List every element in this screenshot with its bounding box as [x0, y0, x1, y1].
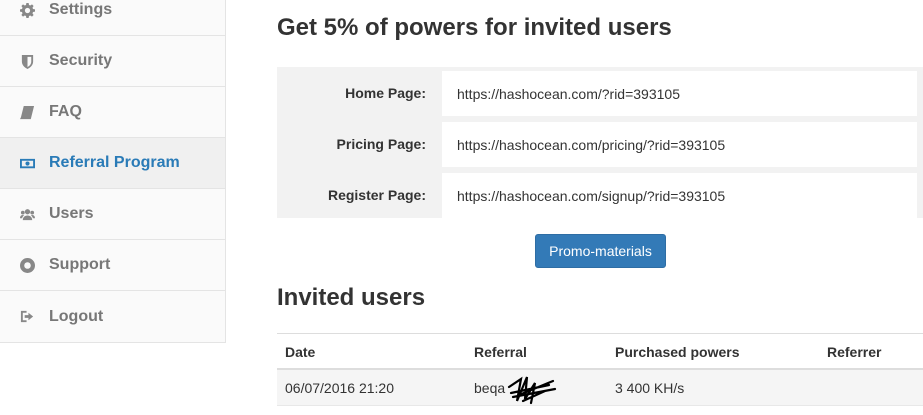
home-page-link-input[interactable]	[442, 71, 917, 116]
sidebar-item-settings[interactable]: Settings	[0, 0, 225, 36]
pricing-page-link-row: Pricing Page:	[277, 122, 923, 167]
sidebar-item-label: Support	[49, 256, 111, 273]
row-purchased-powers: 3 400 KH/s	[615, 380, 685, 396]
shield-icon	[19, 53, 35, 69]
gear-icon	[19, 2, 35, 18]
sidebar: Settings Security FAQ Referral Program U…	[0, 0, 226, 343]
sidebar-item-label: Referral Program	[49, 154, 180, 171]
pricing-page-label: Pricing Page:	[336, 136, 426, 152]
users-icon	[19, 206, 35, 222]
column-header-date: Date	[285, 344, 316, 360]
sidebar-item-faq[interactable]: FAQ	[0, 87, 225, 138]
lifebuoy-icon	[19, 257, 35, 273]
invited-users-table: Date Referral Purchased powers Referrer …	[277, 333, 923, 406]
sidebar-item-referral-program[interactable]: Referral Program	[0, 138, 225, 189]
sidebar-item-support[interactable]: Support	[0, 240, 225, 291]
table-header: Date Referral Purchased powers Referrer	[277, 333, 923, 370]
pricing-page-link-input[interactable]	[442, 122, 917, 167]
sidebar-item-logout[interactable]: Logout	[0, 291, 225, 342]
sidebar-item-label: Users	[49, 205, 94, 222]
promo-materials-button[interactable]: Promo-materials	[535, 234, 666, 268]
invited-users-title: Invited users	[277, 284, 426, 311]
redaction-scribble	[507, 376, 557, 405]
column-header-purchased-powers: Purchased powers	[615, 344, 740, 360]
book-icon	[19, 104, 35, 120]
sidebar-item-label: Logout	[49, 307, 104, 325]
column-header-referrer: Referrer	[827, 344, 882, 360]
register-page-label: Register Page:	[327, 187, 426, 203]
sidebar-item-label: FAQ	[49, 103, 82, 120]
sidebar-item-label: Settings	[49, 1, 113, 18]
money-icon	[19, 155, 35, 171]
register-page-link-input[interactable]	[442, 173, 917, 218]
sidebar-item-security[interactable]: Security	[0, 36, 225, 87]
sidebar-item-label: Security	[49, 52, 113, 69]
sidebar-item-users[interactable]: Users	[0, 189, 225, 240]
register-page-link-row: Register Page:	[277, 173, 923, 218]
home-page-link-row: Home Page:	[277, 71, 923, 116]
referral-links-panel: Home Page: Pricing Page: Register Page:	[277, 67, 923, 218]
column-header-referral: Referral	[474, 344, 527, 360]
page-title: Get 5% of powers for invited users	[277, 14, 672, 41]
row-date: 06/07/2016 21:20	[285, 380, 394, 396]
home-page-label: Home Page:	[345, 85, 426, 101]
row-referral: beqa	[474, 380, 506, 396]
logout-icon	[19, 309, 35, 325]
table-row: 06/07/2016 21:20 beqa 3 400 KH/s	[277, 370, 923, 406]
